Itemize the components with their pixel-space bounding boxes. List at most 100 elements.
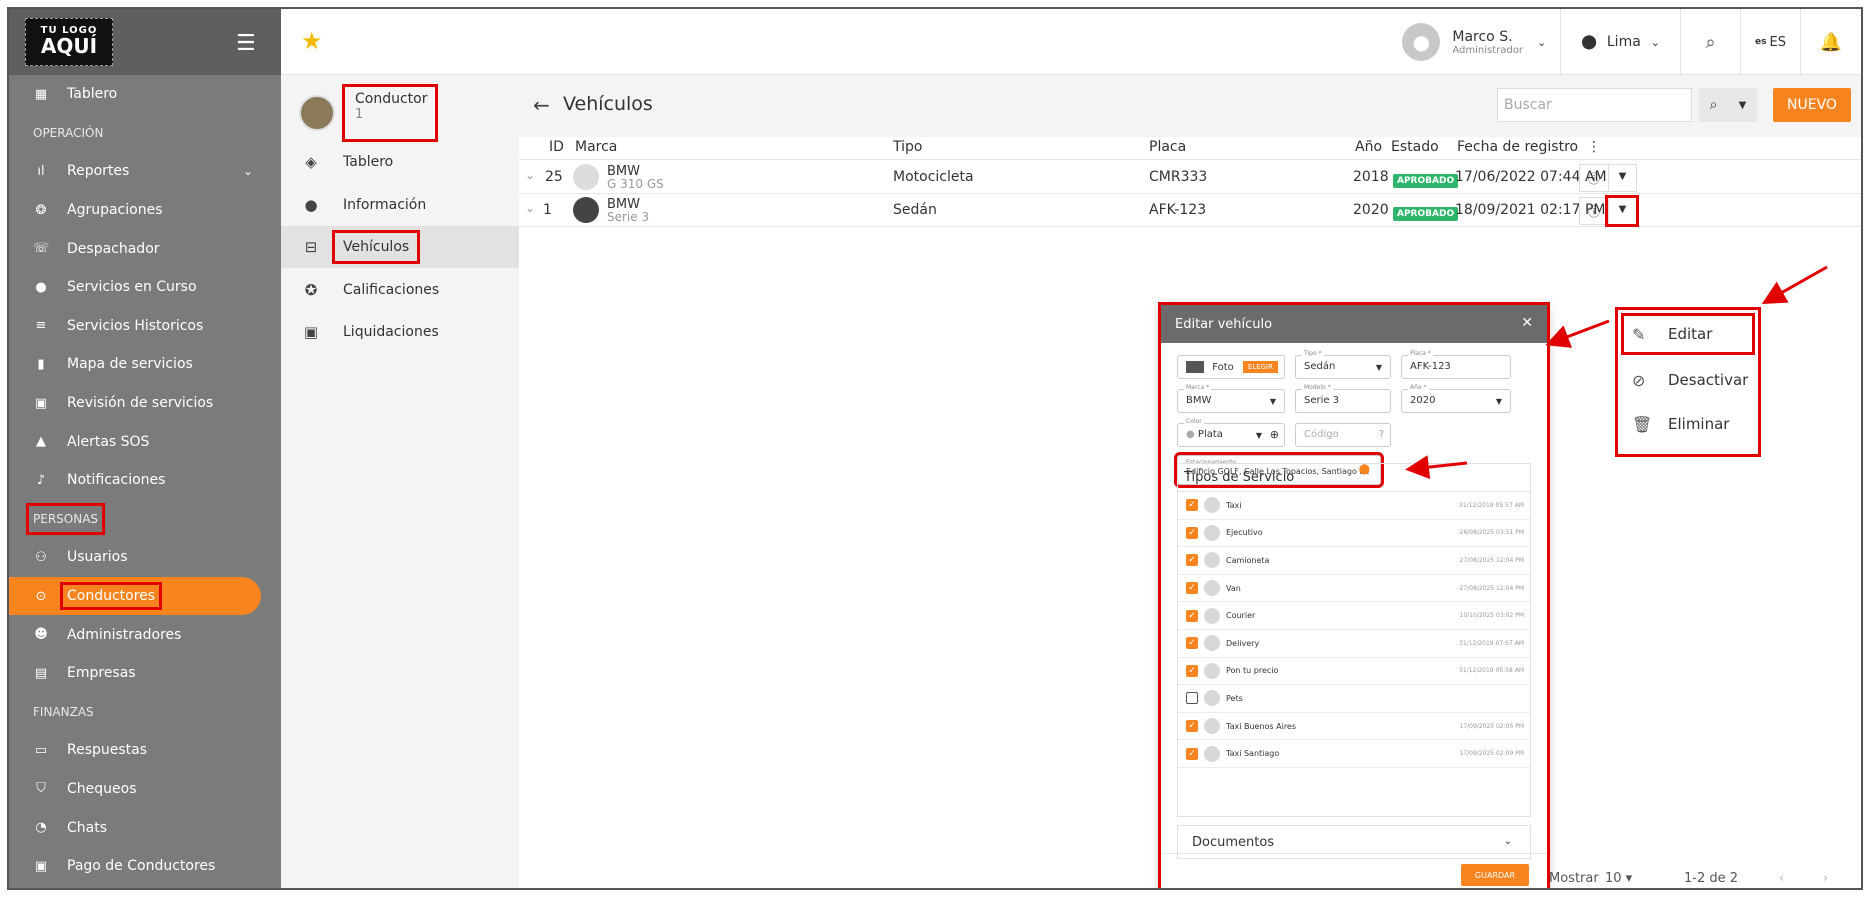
disable-menu-item[interactable]: ⊘ Desactivar — [1618, 358, 1758, 402]
favorite-star-icon[interactable]: ★ — [301, 27, 323, 55]
checkbox[interactable]: ✓ — [1186, 609, 1198, 622]
info-icon[interactable]: ⓘ — [1580, 170, 1608, 187]
sidebar-item-usuarios[interactable]: ⚇ Usuarios — [9, 538, 281, 577]
checkbox[interactable]: ✓ — [1186, 720, 1198, 733]
subnav-item-calificaciones[interactable]: ✪ Calificaciones — [281, 269, 519, 311]
service-type-row[interactable]: ✓ Delivery 31/12/2019 07:57 AM — [1178, 630, 1530, 658]
column-header[interactable]: Estado — [1391, 139, 1439, 155]
photo-label: Foto — [1212, 362, 1234, 373]
checkbox[interactable]: ✓ — [1186, 664, 1198, 677]
type-value: Sedán — [1304, 361, 1336, 372]
year-value: 2020 — [1410, 395, 1436, 406]
service-type-row[interactable]: ✓ Courier 10/10/2025 03:02 PM — [1178, 602, 1530, 630]
sidebar-item-mapa-de-servicios[interactable]: ▮ Mapa de servicios — [9, 345, 281, 384]
row-model: Serie 3 — [607, 210, 650, 224]
status-badge: APROBADO — [1393, 171, 1459, 188]
service-type-row[interactable]: ✓ Taxi Buenos Aires 17/09/2025 02:05 PM — [1178, 713, 1530, 741]
back-arrow-icon[interactable]: ← — [533, 93, 550, 117]
color-select[interactable]: Color ● Plata ▼ ⊕ — [1177, 418, 1285, 447]
service-type-row[interactable]: ✓ Taxi Santiago 17/09/2025 02:09 PM — [1178, 740, 1530, 768]
column-header[interactable]: Tipo — [893, 139, 922, 155]
sidebar-item-servicios-historicos[interactable]: ≡ Servicios Historicos — [9, 307, 281, 346]
sidebar-item-tablero[interactable]: ▦ Tablero — [9, 75, 281, 114]
type-select[interactable]: Tipo * Sedán ▼ — [1295, 350, 1391, 379]
info-icon[interactable]: ⓘ — [1580, 203, 1608, 220]
service-type-row[interactable]: ✓ Taxi 31/12/2019 05:57 AM — [1178, 492, 1530, 520]
next-page-icon[interactable]: › — [1823, 871, 1828, 886]
model-field[interactable]: Modelo * Serie 3 — [1295, 384, 1391, 413]
column-header[interactable]: Año — [1355, 139, 1382, 155]
expand-chevron-icon[interactable]: ⌄ — [525, 168, 535, 182]
service-type-row[interactable]: ✓ Camioneta 27/08/2025 12:04 PM — [1178, 547, 1530, 575]
subnav-item-vehículos[interactable]: ⊟ Vehículos — [281, 226, 519, 268]
page-size-select[interactable]: 10 ▾ — [1605, 871, 1632, 886]
new-button[interactable]: NUEVO — [1773, 88, 1851, 122]
sidebar-item-respuestas[interactable]: ▭ Respuestas — [9, 731, 281, 770]
brand-select[interactable]: Marca * BMW ▼ — [1177, 384, 1285, 413]
checkbox[interactable]: ✓ — [1186, 554, 1198, 567]
service-type-row[interactable]: ✓ Van 27/08/2025 12:04 PM — [1178, 575, 1530, 603]
code-field[interactable]: Código ? — [1295, 423, 1391, 447]
search-input[interactable]: Buscar — [1497, 88, 1692, 122]
sidebar-item-administradores[interactable]: ☻ Administradores — [9, 615, 281, 654]
table-row[interactable]: ⌄ 1 BMW Serie 3 Sedán AFK-123 2020 APROBADO 18/0… — [519, 194, 1861, 227]
row-actions-button[interactable]: ⓘ ▼ — [1579, 195, 1640, 227]
service-type-row[interactable]: Pets — [1178, 685, 1530, 713]
driver-icon: ⊙ — [35, 588, 47, 604]
sidebar-item-empresas[interactable]: ▤ Empresas — [9, 654, 281, 693]
row-actions-button[interactable]: ⓘ ▼ — [1579, 164, 1637, 192]
sidebar-item-pago-de-conductores[interactable]: ▣ Pago de Conductores — [9, 847, 281, 886]
search-icon[interactable]: ⌕ — [1681, 9, 1741, 75]
caret-down-icon[interactable]: ▼ — [1604, 195, 1640, 227]
checkbox[interactable]: ✓ — [1186, 582, 1198, 595]
driver-header: Conductor 1 — [299, 84, 438, 142]
checkbox[interactable]: ✓ — [1186, 637, 1198, 650]
sidebar-item-revisión-de-servicios[interactable]: ▣ Revisión de servicios — [9, 384, 281, 423]
sidebar-item-conductores[interactable]: ⊙ Conductores — [9, 576, 261, 616]
prev-page-icon[interactable]: ‹ — [1779, 871, 1784, 886]
subnav-item-liquidaciones[interactable]: ▣ Liquidaciones — [281, 311, 519, 353]
column-options-icon[interactable]: ⋮ — [1587, 139, 1601, 155]
table-row[interactable]: ⌄ 25 BMW G 310 GS Motocicleta CMR333 2018 APROB… — [519, 161, 1861, 194]
delete-menu-item[interactable]: 🗑 Eliminar — [1618, 402, 1758, 446]
sidebar-item-chequeos[interactable]: ⛉ Chequeos — [9, 770, 281, 809]
sidebar-item-label: Alertas SOS — [67, 433, 150, 450]
column-header[interactable]: Fecha de registro — [1457, 139, 1578, 155]
caret-down-icon[interactable]: ▼ — [1607, 165, 1636, 191]
sidebar-item-chats[interactable]: ◔ Chats — [9, 808, 281, 847]
edit-menu-item[interactable]: ✎ Editar — [1621, 313, 1755, 355]
city-selector[interactable]: ⬤ Lima ⌄ — [1561, 9, 1681, 75]
sidebar-item-servicios-en-curso[interactable]: ● Servicios en Curso — [9, 268, 281, 307]
checkbox[interactable]: ✓ — [1186, 499, 1198, 512]
hamburger-menu-icon[interactable]: ☰ — [236, 31, 256, 56]
column-header[interactable]: Marca — [575, 139, 617, 155]
sidebar-item-reportes[interactable]: ıl Reportes ⌄ — [9, 152, 281, 191]
save-button[interactable]: GUARDAR — [1461, 864, 1529, 886]
subnav-item-información[interactable]: ● Información — [281, 184, 519, 226]
sidebar-item-notificaciones[interactable]: ♪ Notificaciones — [9, 461, 281, 500]
checkbox[interactable]: ✓ — [1186, 526, 1198, 539]
service-type-name: Courier — [1226, 611, 1256, 621]
sidebar-item-agrupaciones[interactable]: ❂ Agrupaciones — [9, 191, 281, 230]
language-selector[interactable]: es ES — [1741, 9, 1801, 75]
plate-field[interactable]: Placa * AFK-123 — [1401, 350, 1511, 379]
sidebar-item-despachador[interactable]: ☏ Despachador — [9, 229, 281, 268]
checkbox[interactable]: ✓ — [1186, 747, 1198, 760]
choose-photo-button[interactable]: ELEGIR — [1242, 361, 1278, 373]
expand-chevron-icon[interactable]: ⌄ — [525, 201, 535, 215]
app-window: TU LOGO AQUÍ ☰ ▦ Tablero OPERACIÓN ıl Report… — [7, 7, 1863, 890]
column-header[interactable]: ID — [549, 139, 564, 155]
nav-section-finanzas: FINANZAS — [9, 693, 281, 732]
year-select[interactable]: Año * 2020 ▼ — [1401, 384, 1511, 413]
sidebar-item-alertas-sos[interactable]: ▲ Alertas SOS — [9, 422, 281, 461]
checkbox[interactable] — [1186, 692, 1198, 705]
service-type-row[interactable]: ✓ Ejecutivo 26/08/2025 03:51 PM — [1178, 520, 1530, 548]
subnav-item-tablero[interactable]: ◈ Tablero — [281, 141, 519, 183]
search-button[interactable]: ⌕ ▼ — [1699, 88, 1757, 122]
service-type-row[interactable]: ✓ Pon tu precio 31/12/2019 05:58 AM — [1178, 658, 1530, 686]
add-color-icon[interactable]: ⊕ — [1270, 428, 1279, 441]
column-header[interactable]: Placa — [1149, 139, 1186, 155]
notifications-bell-icon[interactable]: 🔔 — [1801, 9, 1861, 75]
close-icon[interactable]: ✕ — [1521, 315, 1533, 331]
user-menu[interactable]: ● Marco S. Administrador ⌄ — [1402, 9, 1562, 75]
